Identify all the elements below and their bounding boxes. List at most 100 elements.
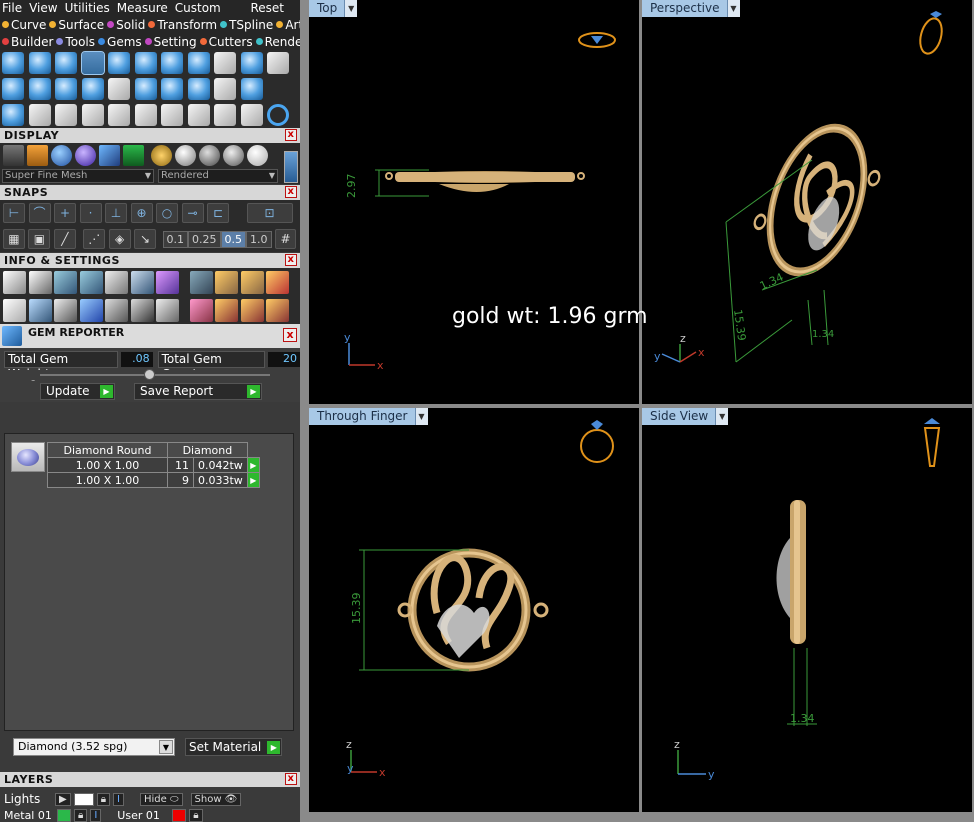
show-button[interactable]: Show 👁︎: [190, 792, 242, 806]
mirror-tool-icon[interactable]: [81, 104, 104, 126]
shank-tool-icon[interactable]: [108, 78, 130, 100]
play-icon[interactable]: ▶: [246, 457, 260, 473]
cut-tool-icon[interactable]: [240, 104, 263, 126]
fillet-tool-icon[interactable]: [55, 104, 77, 126]
layer-visibility-icon[interactable]: I: [113, 792, 124, 806]
layers-stack-icon[interactable]: [54, 270, 77, 294]
sphere-blue-icon[interactable]: [51, 145, 72, 166]
chrome-material-icon[interactable]: [223, 145, 244, 166]
bezel-tool-icon[interactable]: [2, 78, 24, 100]
snap-curve-icon[interactable]: ⌒: [28, 203, 51, 223]
command-tools[interactable]: Tools: [56, 35, 95, 49]
white-material-icon[interactable]: [247, 145, 268, 166]
reset-button[interactable]: Reset: [250, 1, 284, 15]
command-solid[interactable]: Solid: [107, 18, 145, 32]
grid-toggle-icon[interactable]: #: [274, 229, 297, 249]
shaded-icon[interactable]: [27, 145, 48, 166]
command-render[interactable]: Render: [255, 35, 300, 49]
chevron-down-icon[interactable]: ▼: [344, 0, 358, 17]
lights-color-swatch[interactable]: [73, 792, 94, 806]
lock-icon[interactable]: 🔒︎: [96, 792, 111, 806]
viewport-through-finger[interactable]: 15.39 z y x Through Finger ▼: [309, 408, 639, 812]
command-curve[interactable]: Curve: [2, 18, 46, 32]
gear-settings-icon[interactable]: [3, 270, 26, 294]
metal-color-swatch[interactable]: [57, 808, 71, 822]
scale-tool-icon[interactable]: [134, 104, 157, 126]
render-mode-select[interactable]: Rendered ▼: [158, 169, 278, 183]
scatter-icon[interactable]: [130, 298, 154, 322]
curve-tool-icon[interactable]: [2, 52, 24, 74]
diag-snap-icon[interactable]: ⋰: [83, 229, 106, 249]
viewport-perspective-tab[interactable]: Perspective ▼: [642, 0, 740, 17]
snap-value-3[interactable]: 1.0: [246, 230, 272, 248]
patch-tool-icon[interactable]: [108, 52, 130, 74]
grid-tool-icon[interactable]: [80, 51, 105, 75]
lock-icon[interactable]: 🔒︎: [74, 808, 88, 822]
gear-tool-icon[interactable]: [187, 52, 210, 74]
gem-tool-icon[interactable]: [28, 78, 51, 100]
shell-tool-icon[interactable]: [161, 52, 183, 74]
material-select[interactable]: Diamond (3.52 spg) ▼: [13, 738, 175, 756]
user-tool-8-icon[interactable]: [266, 298, 289, 322]
user-layer-label[interactable]: User 01: [117, 809, 169, 822]
user-tool-7-icon[interactable]: [240, 298, 264, 322]
chevron-down-icon[interactable]: ▼: [715, 408, 729, 425]
split-tool-icon[interactable]: [214, 104, 236, 126]
prong-tool-icon[interactable]: [134, 78, 157, 100]
halo-tool-icon[interactable]: [187, 78, 210, 100]
user-tool-2-icon[interactable]: [215, 270, 238, 294]
menu-utilities[interactable]: Utilities: [65, 1, 110, 15]
command-cutters[interactable]: Cutters: [199, 35, 253, 49]
expand-icon[interactable]: ▶: [55, 792, 71, 806]
list-icon[interactable]: [156, 298, 179, 322]
sweep-tool-icon[interactable]: [55, 52, 77, 74]
line-snap-icon[interactable]: ╱: [53, 229, 76, 249]
ring-tool-icon[interactable]: [267, 104, 289, 126]
table-row[interactable]: 1.00 X 1.00 11 0.042tw ▶: [47, 457, 260, 473]
object-props-icon[interactable]: [156, 270, 179, 294]
gem-thumbnail[interactable]: [11, 442, 45, 472]
plane-snap-icon[interactable]: ◈: [108, 229, 131, 249]
monitor-icon[interactable]: [28, 298, 52, 322]
viewport-through-finger-tab[interactable]: Through Finger ▼: [309, 408, 428, 425]
user-tool-3-icon[interactable]: [240, 270, 264, 294]
cube-info-icon[interactable]: [79, 270, 103, 294]
chevron-down-icon[interactable]: ▼: [414, 408, 428, 425]
edit-icon[interactable]: [130, 270, 154, 294]
command-art[interactable]: Art: [276, 18, 300, 32]
chain-tool-icon[interactable]: [240, 78, 263, 100]
menu-file[interactable]: File: [2, 1, 22, 15]
command-gems[interactable]: Gems: [98, 35, 142, 49]
report-icon[interactable]: [105, 270, 128, 294]
vertex-snap-icon[interactable]: ↘: [134, 229, 157, 249]
gold-material-icon[interactable]: [151, 145, 172, 166]
explode-tool-icon[interactable]: [161, 104, 183, 126]
viewport-side[interactable]: 1.34 z y Side View ▼: [642, 408, 972, 812]
snap-value-1[interactable]: 0.25: [188, 230, 221, 248]
update-button[interactable]: Update ▶: [40, 382, 115, 400]
text-tool-icon[interactable]: [214, 78, 236, 100]
magnify-icon[interactable]: [28, 270, 52, 294]
viewport-top[interactable]: 2.97 y x Top ▼: [309, 0, 639, 404]
command-surface[interactable]: Surface: [49, 18, 104, 32]
viewport-top-tab[interactable]: Top ▼: [309, 0, 358, 17]
snap-center-icon[interactable]: ⊕: [130, 203, 153, 223]
snap-perp-icon[interactable]: ⊥: [105, 203, 127, 223]
loft-tool-icon[interactable]: [28, 52, 51, 74]
layer-visibility-icon[interactable]: I: [90, 808, 102, 822]
boolean-tool-icon[interactable]: [2, 104, 24, 126]
snap-circle-icon[interactable]: ○: [156, 203, 178, 223]
layout-tool-icon[interactable]: [267, 52, 289, 74]
close-icon[interactable]: x: [285, 773, 297, 785]
viewport-side-tab[interactable]: Side View ▼: [642, 408, 729, 425]
array-tool-icon[interactable]: [134, 52, 157, 74]
texture-icon[interactable]: [123, 145, 144, 166]
save-report-button[interactable]: Save Report ▶: [134, 382, 262, 400]
menu-custom[interactable]: Custom: [175, 1, 221, 15]
metal-layer-label[interactable]: Metal 01: [4, 809, 54, 822]
window-icon[interactable]: [3, 298, 26, 322]
box-snap-icon[interactable]: ▣: [28, 229, 51, 249]
arc-tool-icon[interactable]: [28, 104, 51, 126]
lock-icon[interactable]: 🔒︎: [189, 808, 203, 822]
close-icon[interactable]: x: [285, 254, 297, 266]
